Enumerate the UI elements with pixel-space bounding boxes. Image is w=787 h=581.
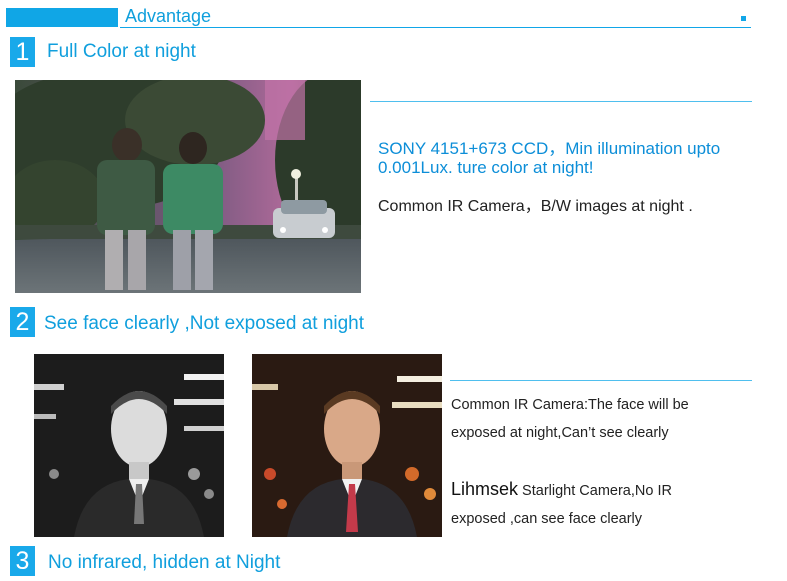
common-ir-line-1: Common IR Camera:The face will be: [451, 397, 689, 413]
header-divider: [120, 27, 751, 28]
sony-spec-text: SONY 4151+673 CCD，Min illumination upto …: [378, 139, 720, 177]
common-ir-description: Common IR Camera:The face will be expose…: [451, 391, 689, 447]
section-1-divider: [370, 101, 752, 102]
common-ir-compare-text: Common IR Camera，B/W images at night .: [378, 198, 693, 215]
starlight-line-1: Lihmsek Starlight Camera,No IR: [451, 475, 672, 505]
section-1-number: 1: [10, 37, 35, 67]
header-square-icon: [741, 16, 746, 21]
section-3-number: 3: [10, 546, 35, 576]
section-3-title: No infrared, hidden at Night: [48, 552, 281, 573]
section-2-number: 2: [10, 307, 35, 337]
night-street-photo: [15, 80, 361, 293]
section-2-divider: [450, 380, 752, 381]
color-face-photo: [252, 354, 442, 537]
bw-face-photo: [34, 354, 224, 537]
header-accent-bar: [6, 8, 118, 27]
section-1-title: Full Color at night: [47, 41, 196, 62]
common-ir-line-2: exposed at night,Can’t see clearly: [451, 425, 669, 441]
page-title: Advantage: [125, 6, 212, 26]
starlight-description: Lihmsek Starlight Camera,No IR exposed ,…: [451, 475, 672, 533]
starlight-line-2: exposed ,can see face clearly: [451, 511, 643, 527]
section-2-title: See face clearly ,Not exposed at night: [44, 313, 365, 334]
starlight-line-1-rest: Starlight Camera,No IR: [518, 483, 672, 499]
sony-spec-line-2: 0.001Lux. ture color at night!: [378, 158, 594, 177]
sony-spec-line-1: SONY 4151+673 CCD，Min illumination upto: [378, 139, 721, 158]
brand-name: Lihmsek: [451, 479, 519, 499]
